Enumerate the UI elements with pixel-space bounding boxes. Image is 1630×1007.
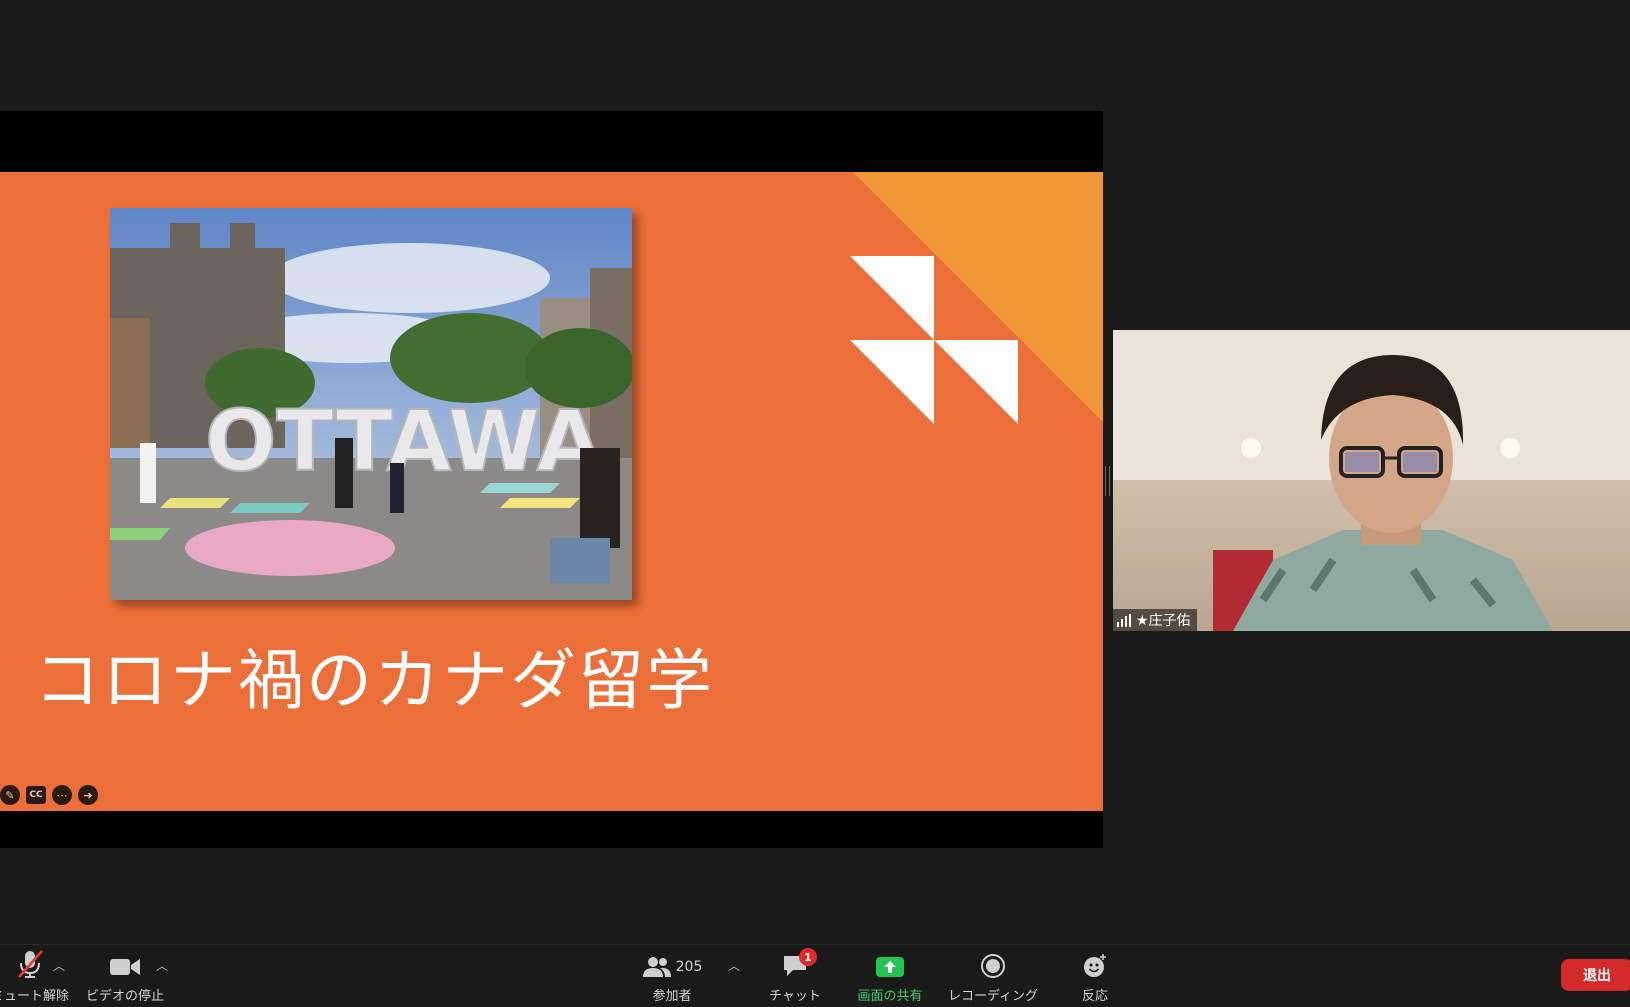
unmute-button[interactable]: ミュート解除 xyxy=(0,945,80,1007)
audio-options-chevron-icon[interactable]: ︿ xyxy=(53,957,65,974)
record-label: レコーディング xyxy=(947,989,1039,1004)
shared-screen: OTTAWA コロナ禍のカナダ留学 ✎ CC ⋯ ➔ xyxy=(0,111,1103,848)
participant-video[interactable] xyxy=(1113,330,1630,631)
share-screen-icon xyxy=(876,957,904,977)
more-icon[interactable]: ⋯ xyxy=(52,785,72,805)
reactions-label: 反応 xyxy=(1081,989,1108,1004)
video-camera-icon xyxy=(110,959,140,975)
presentation-slide: OTTAWA コロナ禍のカナダ留学 ✎ CC ⋯ ➔ xyxy=(0,172,1103,811)
record-icon xyxy=(981,954,1005,978)
participants-count: 205 xyxy=(675,959,703,975)
slide-title: コロナ禍のカナダ留学 xyxy=(34,642,714,719)
participants-button[interactable]: 205 参加者 xyxy=(640,945,704,1007)
reaction-smiley-icon xyxy=(1084,954,1106,977)
stop-video-button[interactable]: ビデオの停止 xyxy=(75,945,175,1007)
participants-chevron-icon[interactable]: ︿ xyxy=(728,957,740,974)
triangles-logo-icon xyxy=(850,256,1018,424)
leave-button[interactable]: 退出 xyxy=(1561,959,1630,991)
meeting-toolbar: ミュート解除 ︿ ビデオの停止 ︿ 205 参加者 ︿ xyxy=(0,944,1630,1006)
participants-label: 参加者 xyxy=(652,989,692,1004)
unmute-label: ミュート解除 xyxy=(0,989,69,1004)
slide-controls: ✎ CC ⋯ ➔ xyxy=(0,785,98,805)
participants-icon xyxy=(642,957,671,977)
video-options-chevron-icon[interactable]: ︿ xyxy=(156,957,168,974)
ottawa-photo: OTTAWA xyxy=(110,208,632,600)
cc-icon[interactable]: CC xyxy=(26,786,46,804)
chat-badge: 1 xyxy=(799,948,817,966)
next-icon[interactable]: ➔ xyxy=(78,785,98,805)
resize-handle[interactable] xyxy=(1105,466,1110,496)
signal-icon xyxy=(1117,613,1131,627)
meeting-stage: OTTAWA コロナ禍のカナダ留学 ✎ CC ⋯ ➔ ★庄子佑 xyxy=(0,0,1630,944)
participant-name: ★庄子佑 xyxy=(1136,613,1191,629)
reactions-button[interactable]: 反応 xyxy=(1075,945,1115,1007)
share-screen-button[interactable]: 画面の共有 xyxy=(852,945,928,1007)
muted-microphone-icon xyxy=(18,950,43,978)
record-button[interactable]: レコーディング xyxy=(945,945,1041,1007)
participant-name-bar: ★庄子佑 xyxy=(1113,609,1197,631)
chat-label: チャット xyxy=(769,989,821,1004)
pen-icon[interactable]: ✎ xyxy=(0,785,20,805)
chat-button[interactable]: 1 チャット xyxy=(765,945,825,1007)
share-screen-label: 画面の共有 xyxy=(857,989,923,1004)
stop-video-label: ビデオの停止 xyxy=(85,989,164,1004)
